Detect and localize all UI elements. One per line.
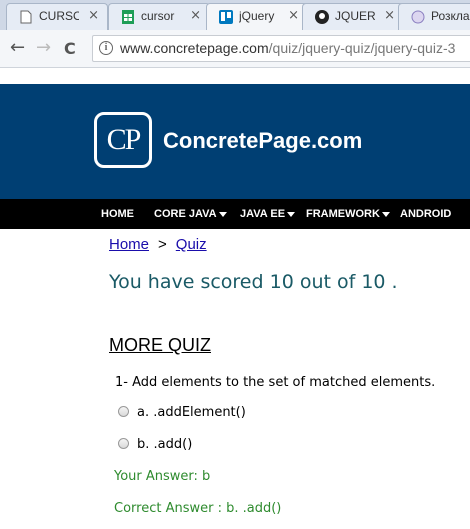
question-text: 1- Add elements to the set of matched el… <box>115 375 436 390</box>
close-icon[interactable]: × <box>88 8 99 23</box>
site-title[interactable]: ConcretePage.com <box>163 128 362 154</box>
nav-label: CORE JAVA <box>154 208 217 220</box>
logo-mark[interactable]: CP <box>94 112 152 168</box>
address-bar[interactable]: i www.concretepage.com/quiz/jquery-quiz/… <box>92 35 470 62</box>
tab-favicon-icon <box>411 10 425 24</box>
nav-label: ANDROID <box>400 208 452 220</box>
close-icon[interactable]: × <box>384 8 395 23</box>
close-icon[interactable]: × <box>190 8 201 23</box>
breadcrumb-quiz-link[interactable]: Quiz <box>176 236 207 253</box>
nav-item-core-java[interactable]: CORE JAVA <box>154 208 227 220</box>
tab-strip: CURSO × cursor × jQuery × JQUER × Розкла <box>0 0 470 30</box>
score-message: You have scored 10 out of 10 . <box>109 271 398 293</box>
forward-arrow-icon[interactable]: → <box>36 37 51 58</box>
radio-button[interactable] <box>118 406 129 417</box>
trello-icon <box>219 10 233 24</box>
close-icon[interactable]: × <box>288 8 299 23</box>
browser-toolbar: ← → C i www.concretepage.com/quiz/jquery… <box>0 30 470 68</box>
breadcrumb: Home > Quiz <box>109 236 207 253</box>
browser-tab-3[interactable]: jQuery × <box>206 3 308 30</box>
caret-down-icon <box>287 211 296 217</box>
back-arrow-icon[interactable]: ← <box>10 37 25 58</box>
nav-label: JAVA EE <box>240 208 286 220</box>
site-header: CP ConcretePage.com <box>0 84 470 199</box>
nav-label: HOME <box>101 208 134 220</box>
info-icon[interactable]: i <box>99 41 113 55</box>
nav-item-framework[interactable]: FRAMEWORK <box>306 208 390 220</box>
nav-item-java-ee[interactable]: JAVA EE <box>240 208 296 220</box>
tab-label: JQUER <box>335 9 375 23</box>
browser-tab-1[interactable]: CURSO × <box>6 3 108 30</box>
github-icon <box>315 10 329 24</box>
radio-button[interactable] <box>118 438 129 449</box>
browser-tab-5[interactable]: Розкла <box>398 3 470 30</box>
document-icon <box>20 10 32 24</box>
browser-tab-4[interactable]: JQUER × <box>302 3 404 30</box>
answer-option-a[interactable]: a. .addElement() <box>118 405 246 420</box>
breadcrumb-separator: > <box>158 236 167 253</box>
tab-label: CURSO <box>39 9 79 23</box>
option-label: b. .add() <box>137 437 193 452</box>
answer-option-b[interactable]: b. .add() <box>118 437 192 452</box>
reload-icon[interactable]: C <box>64 39 76 58</box>
url-path: /quiz/jquery-quiz/jquery-quiz-3 <box>268 40 456 56</box>
tab-label: cursor <box>141 9 175 23</box>
tab-label: jQuery <box>239 9 275 23</box>
browser-tab-2[interactable]: cursor × <box>108 3 210 30</box>
sheets-icon <box>122 10 134 24</box>
option-label: a. .addElement() <box>137 405 246 420</box>
nav-item-home[interactable]: HOME <box>101 208 134 220</box>
caret-down-icon <box>218 211 227 217</box>
caret-down-icon <box>381 211 390 217</box>
url-text: www.concretepage.com/quiz/jquery-quiz/jq… <box>120 40 455 56</box>
your-answer: Your Answer: b <box>114 469 211 484</box>
more-quiz-heading[interactable]: MORE QUIZ <box>109 335 211 356</box>
nav-item-android[interactable]: ANDROID <box>400 208 451 220</box>
url-host: www.concretepage.com <box>120 40 269 56</box>
tab-label: Розкла <box>431 9 470 23</box>
nav-label: FRAMEWORK <box>306 208 380 220</box>
main-nav: HOME CORE JAVA JAVA EE FRAMEWORK ANDROID <box>0 199 470 229</box>
correct-answer: Correct Answer : b. .add() <box>114 501 282 516</box>
breadcrumb-home-link[interactable]: Home <box>109 236 149 253</box>
